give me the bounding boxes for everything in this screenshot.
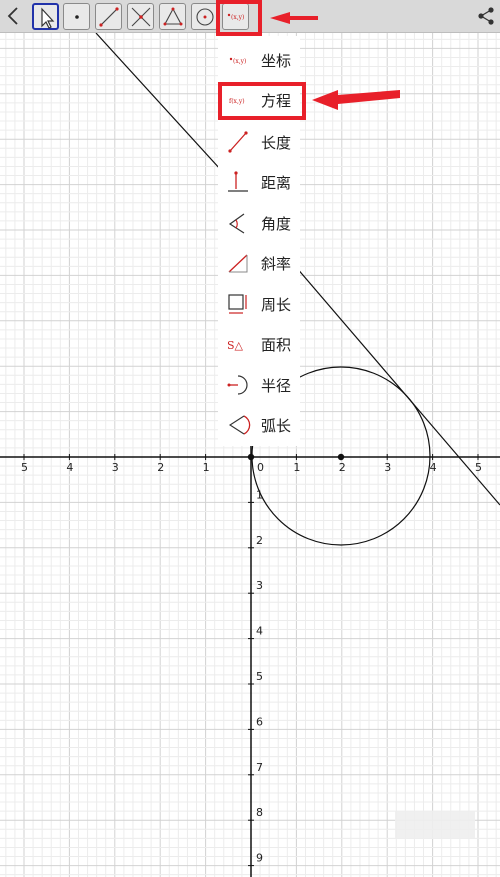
x-tick-label: 1 <box>203 461 210 474</box>
triangle-icon <box>163 7 183 26</box>
intersect-tool-button[interactable] <box>127 3 154 30</box>
y-tick-label: 5 <box>256 670 263 683</box>
y-tick-label: 2 <box>256 534 263 547</box>
menu-item-distance[interactable]: 距离 <box>218 164 300 200</box>
menu-item-perimeter[interactable]: 周长 <box>218 286 300 322</box>
x-tick-label: 2 <box>157 461 164 474</box>
menu-item-radius[interactable]: 半径 <box>218 367 300 403</box>
radius-icon <box>227 375 248 395</box>
segment-icon <box>99 7 119 27</box>
circle-icon <box>196 8 214 26</box>
line-upper-left[interactable] <box>95 33 232 182</box>
menu-item-label: 坐标 <box>261 52 292 70</box>
y-tick-label: 9 <box>256 852 263 865</box>
circle-tool-button[interactable] <box>191 3 218 30</box>
menu-item-label: 斜率 <box>261 255 292 273</box>
menu-item-label: 长度 <box>261 134 292 152</box>
menu-item-arc-length[interactable]: 弧长 <box>218 407 300 443</box>
point-icon <box>75 15 79 19</box>
menu-item-angle[interactable]: 角度 <box>218 205 300 241</box>
arc-length-icon <box>228 415 251 435</box>
coordinate-icon: (x,y) <box>229 57 246 65</box>
x-tick-label: 0 <box>257 461 264 474</box>
pointer-tool-button[interactable] <box>32 3 59 30</box>
origin-point[interactable] <box>247 453 255 461</box>
menu-item-label: 角度 <box>261 215 292 233</box>
x-tick-label: 3 <box>112 461 119 474</box>
triangle-tool-button[interactable] <box>159 3 186 30</box>
circle-center-point[interactable] <box>337 453 345 461</box>
intersection-icon <box>131 7 151 27</box>
angle-icon <box>228 213 245 234</box>
menu-item-coordinate[interactable]: (x,y) 坐标 <box>218 42 300 78</box>
segment-tool-button[interactable] <box>95 3 122 30</box>
y-tick-label: 4 <box>256 625 263 638</box>
perimeter-icon <box>228 294 247 314</box>
menu-item-label: 弧长 <box>261 417 292 435</box>
menu-item-label: 半径 <box>261 377 292 395</box>
share-icon[interactable] <box>476 6 496 26</box>
coordinate-icon-text: (x,y) <box>233 58 246 65</box>
cursor-icon <box>41 7 55 29</box>
menu-item-label: 距离 <box>261 174 292 192</box>
x-tick-label: 2 <box>339 461 346 474</box>
y-tick-label: 7 <box>256 761 263 774</box>
highlight-box-measure-tool <box>216 0 262 36</box>
y-tick-label: 8 <box>256 806 263 819</box>
x-tick-label: 5 <box>475 461 482 474</box>
x-tick-label: 3 <box>384 461 391 474</box>
menu-item-slope[interactable]: 斜率 <box>218 245 300 281</box>
area-icon: S△ <box>227 339 244 352</box>
menu-item-label: 面积 <box>261 336 292 354</box>
x-tick-label: 5 <box>21 461 28 474</box>
y-tick-label: 6 <box>256 715 263 728</box>
menu-item-area[interactable]: S△ 面积 <box>218 326 300 362</box>
y-tick-label: 3 <box>256 579 263 592</box>
length-icon <box>228 131 248 153</box>
menu-item-length[interactable]: 长度 <box>218 124 300 160</box>
back-icon[interactable] <box>4 6 22 26</box>
slope-icon <box>228 254 248 273</box>
x-tick-label: 4 <box>66 461 73 474</box>
distance-icon <box>228 171 248 192</box>
menu-item-label: 周长 <box>261 296 292 314</box>
point-tool-button[interactable] <box>63 3 90 30</box>
x-tick-label: 4 <box>430 461 437 474</box>
highlight-box-equation <box>218 82 306 120</box>
x-tick-label: 1 <box>293 461 300 474</box>
area-icon-text: S△ <box>227 339 244 352</box>
watermark <box>395 811 475 839</box>
